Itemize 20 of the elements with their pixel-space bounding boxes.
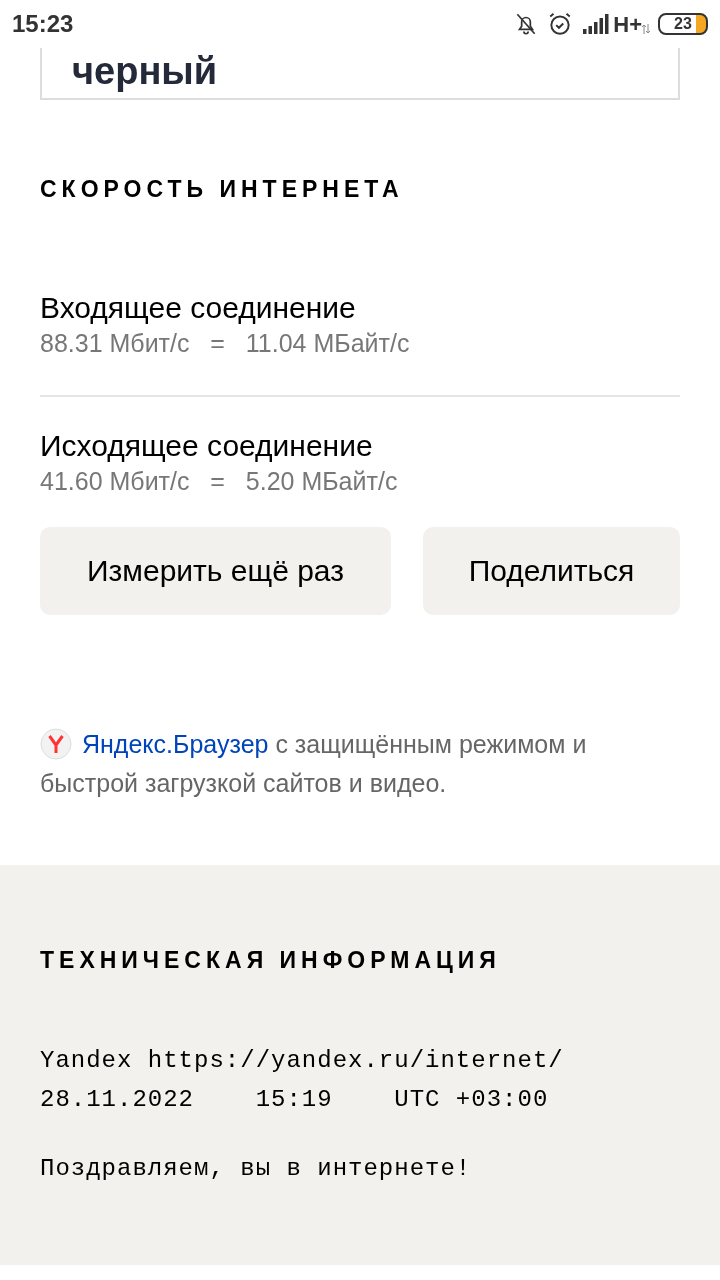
network-type: H+ — [613, 10, 642, 39]
section-heading: ТЕХНИЧЕСКАЯ ИНФОРМАЦИЯ — [40, 945, 502, 975]
browser-link[interactable]: Яндекс.Браузер — [82, 729, 269, 758]
connection-speed: 88.31 Мбит/с = 11.04 МБайт/с — [40, 327, 411, 359]
connection-title: Входящее соединение — [40, 290, 357, 325]
tech-message: Поздравляем, вы в интернете! — [40, 1154, 473, 1184]
tech-info-line: 28.11.2022 15:19 UTC +03:00 — [40, 1085, 550, 1115]
connection-title: Исходящее соединение — [40, 428, 374, 463]
card-text: черный — [72, 52, 218, 90]
tech-info-line: Yandex https://yandex.ru/internet/ — [40, 1046, 565, 1076]
connection-speed: 41.60 Мбит/с = 5.20 МБайт/с — [40, 465, 399, 497]
data-arrows-icon — [642, 24, 650, 34]
promo-text: Яндекс.Браузер с защищённым режимом и быстрой загрузкой сайтов и видео. — [40, 726, 588, 799]
status-time: 15:23 — [12, 9, 74, 39]
share-button[interactable]: Поделиться — [423, 526, 680, 615]
section-heading: СКОРОСТЬ ИНТЕРНЕТА — [40, 175, 405, 204]
browser-logo-icon — [40, 727, 72, 760]
signal-icon — [583, 14, 612, 34]
measure-again-button[interactable]: Измерить ещё раз — [40, 526, 391, 615]
battery-level: 23 — [674, 15, 692, 33]
